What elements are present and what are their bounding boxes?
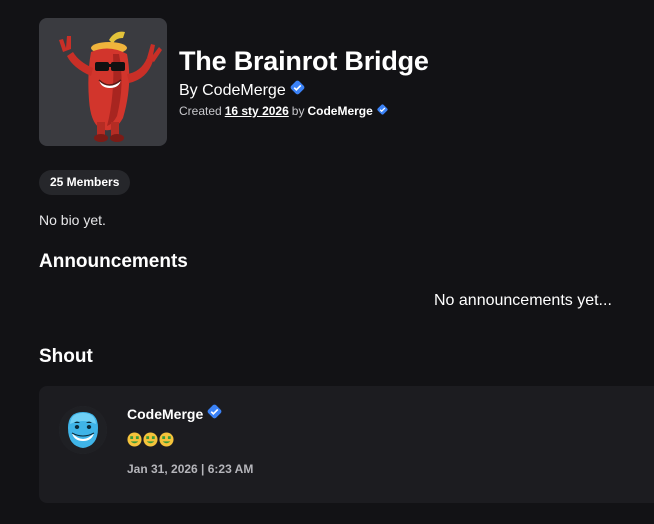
verified-badge-icon	[207, 404, 222, 424]
created-by-word: by	[291, 104, 305, 118]
money-mouth-face-emoji-icon	[127, 432, 142, 447]
created-prefix: Created	[179, 104, 222, 118]
shout-message	[127, 432, 253, 447]
money-mouth-face-emoji-icon	[159, 432, 174, 447]
shout-timestamp: Jan 31, 2026 | 6:23 AM	[127, 462, 254, 476]
created-date: 16 sty 2026	[224, 104, 289, 118]
verified-badge-icon	[290, 80, 305, 102]
shout-author: CodeMerge	[127, 404, 253, 424]
shout-heading: Shout	[39, 346, 93, 367]
members-count-badge[interactable]: 25 Members	[39, 170, 131, 195]
group-icon-image	[39, 18, 167, 146]
verified-badge-icon	[377, 102, 388, 120]
group-bio: No bio yet.	[39, 212, 106, 228]
byline-text[interactable]: By CodeMerge	[179, 80, 286, 102]
shout-author-name[interactable]: CodeMerge	[127, 404, 203, 424]
money-mouth-face-emoji-icon	[143, 432, 158, 447]
blue-avatar-icon	[59, 406, 107, 454]
shout-body: CodeMerge Jan 31, 2026 | 6:23 AM	[127, 404, 253, 477]
page-title: The Brainrot Bridge	[179, 46, 429, 76]
group-page: The Brainrot Bridge By CodeMerge Created…	[0, 0, 654, 524]
chili-pepper-character-icon	[59, 31, 162, 142]
announcements-heading: Announcements	[39, 251, 188, 272]
group-byline: By CodeMerge	[179, 80, 429, 102]
shout-card: CodeMerge Jan 31, 2026 | 6:23 AM	[39, 386, 654, 503]
group-header: The Brainrot Bridge By CodeMerge Created…	[179, 44, 429, 120]
avatar[interactable]	[59, 406, 107, 454]
announcements-empty-text: No announcements yet...	[434, 292, 612, 309]
owner-link[interactable]: CodeMerge	[307, 102, 372, 120]
created-meta: Created 16 sty 2026 by CodeMerge	[179, 102, 429, 120]
